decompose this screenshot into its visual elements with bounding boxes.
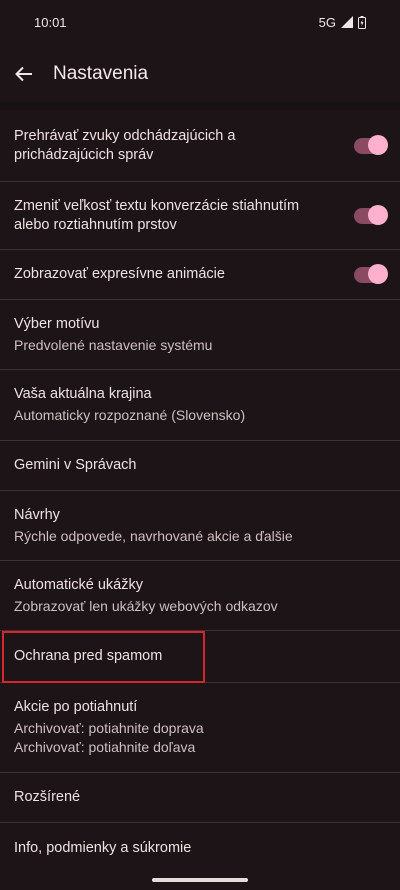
setting-title: Výber motívu (14, 315, 100, 332)
setting-theme[interactable]: Výber motívu Predvolené nastavenie systé… (0, 300, 400, 370)
status-time: 10:01 (34, 14, 67, 30)
pinch-text-size-toggle[interactable] (354, 204, 388, 225)
setting-title: Zmeniť veľkosť textu konverzácie stiahnu… (14, 197, 300, 233)
setting-subtitle: Zobrazovať len ukážky webových odkazov (14, 597, 278, 614)
setting-subtitle-2: Archivovať: potiahnite doľava (14, 739, 196, 755)
setting-title: Návrhy (14, 506, 60, 523)
setting-title: Vaša aktuálna krajina (14, 386, 152, 402)
play-sounds-toggle[interactable] (354, 134, 388, 155)
setting-subtitle: Automaticky rozpoznané (Slovensko) (14, 407, 246, 423)
signal-icon (341, 16, 353, 28)
setting-swipe-actions[interactable]: Akcie po potiahnutí Archivovať: potiahni… (0, 683, 400, 773)
setting-title: Prehrávať zvuky odchádzajúcich a prichád… (14, 127, 236, 163)
setting-about[interactable]: Info, podmienky a súkromie (0, 823, 400, 873)
back-button[interactable] (0, 50, 48, 98)
setting-advanced[interactable]: Rozšírené (0, 773, 400, 823)
home-indicator[interactable] (152, 878, 248, 882)
network-type: 5G (318, 14, 336, 30)
setting-title: Info, podmienky a súkromie (14, 839, 192, 856)
status-icons: 5G (319, 15, 366, 30)
setting-title: Akcie po potiahnutí (14, 699, 138, 715)
header-divider (0, 102, 400, 110)
setting-play-sounds[interactable]: Prehrávať zvuky odchádzajúcich a prichád… (0, 110, 400, 182)
setting-subtitle: Archivovať: potiahnite doprava (14, 720, 204, 736)
setting-suggestions[interactable]: Návrhy Rýchle odpovede, navrhované akcie… (0, 491, 400, 561)
setting-subtitle: Rýchle odpovede, navrhované akcie a ďalš… (14, 527, 293, 544)
settings-list: Prehrávať zvuky odchádzajúcich a prichád… (0, 110, 400, 873)
setting-gemini[interactable]: Gemini v Správach (0, 441, 400, 491)
page-title: Nastavenia (53, 63, 149, 84)
arrow-back-icon (15, 66, 32, 82)
status-bar: 10:01 5G (0, 0, 400, 44)
setting-auto-previews[interactable]: Automatické ukážky Zobrazovať len ukážky… (0, 561, 400, 631)
setting-title: Ochrana pred spamom (14, 648, 163, 664)
toggle-knob (368, 204, 388, 225)
setting-title: Zobrazovať expresívne animácie (14, 266, 225, 282)
setting-title: Automatické ukážky (14, 576, 143, 593)
setting-title: Rozšírené (14, 789, 81, 805)
toggle-knob (368, 263, 388, 284)
app-bar: Nastavenia (0, 44, 400, 104)
expressive-animations-toggle[interactable] (354, 263, 388, 284)
setting-subtitle: Predvolené nastavenie systému (14, 336, 213, 353)
setting-pinch-text-size[interactable]: Zmeniť veľkosť textu konverzácie stiahnu… (0, 182, 400, 250)
battery-icon (358, 15, 366, 29)
toggle-knob (368, 134, 388, 155)
setting-country[interactable]: Vaša aktuálna krajina Automaticky rozpoz… (0, 370, 400, 441)
setting-expressive-animations[interactable]: Zobrazovať expresívne animácie (0, 250, 400, 300)
setting-spam-protection[interactable]: Ochrana pred spamom (0, 631, 400, 683)
setting-title: Gemini v Správach (14, 457, 137, 473)
